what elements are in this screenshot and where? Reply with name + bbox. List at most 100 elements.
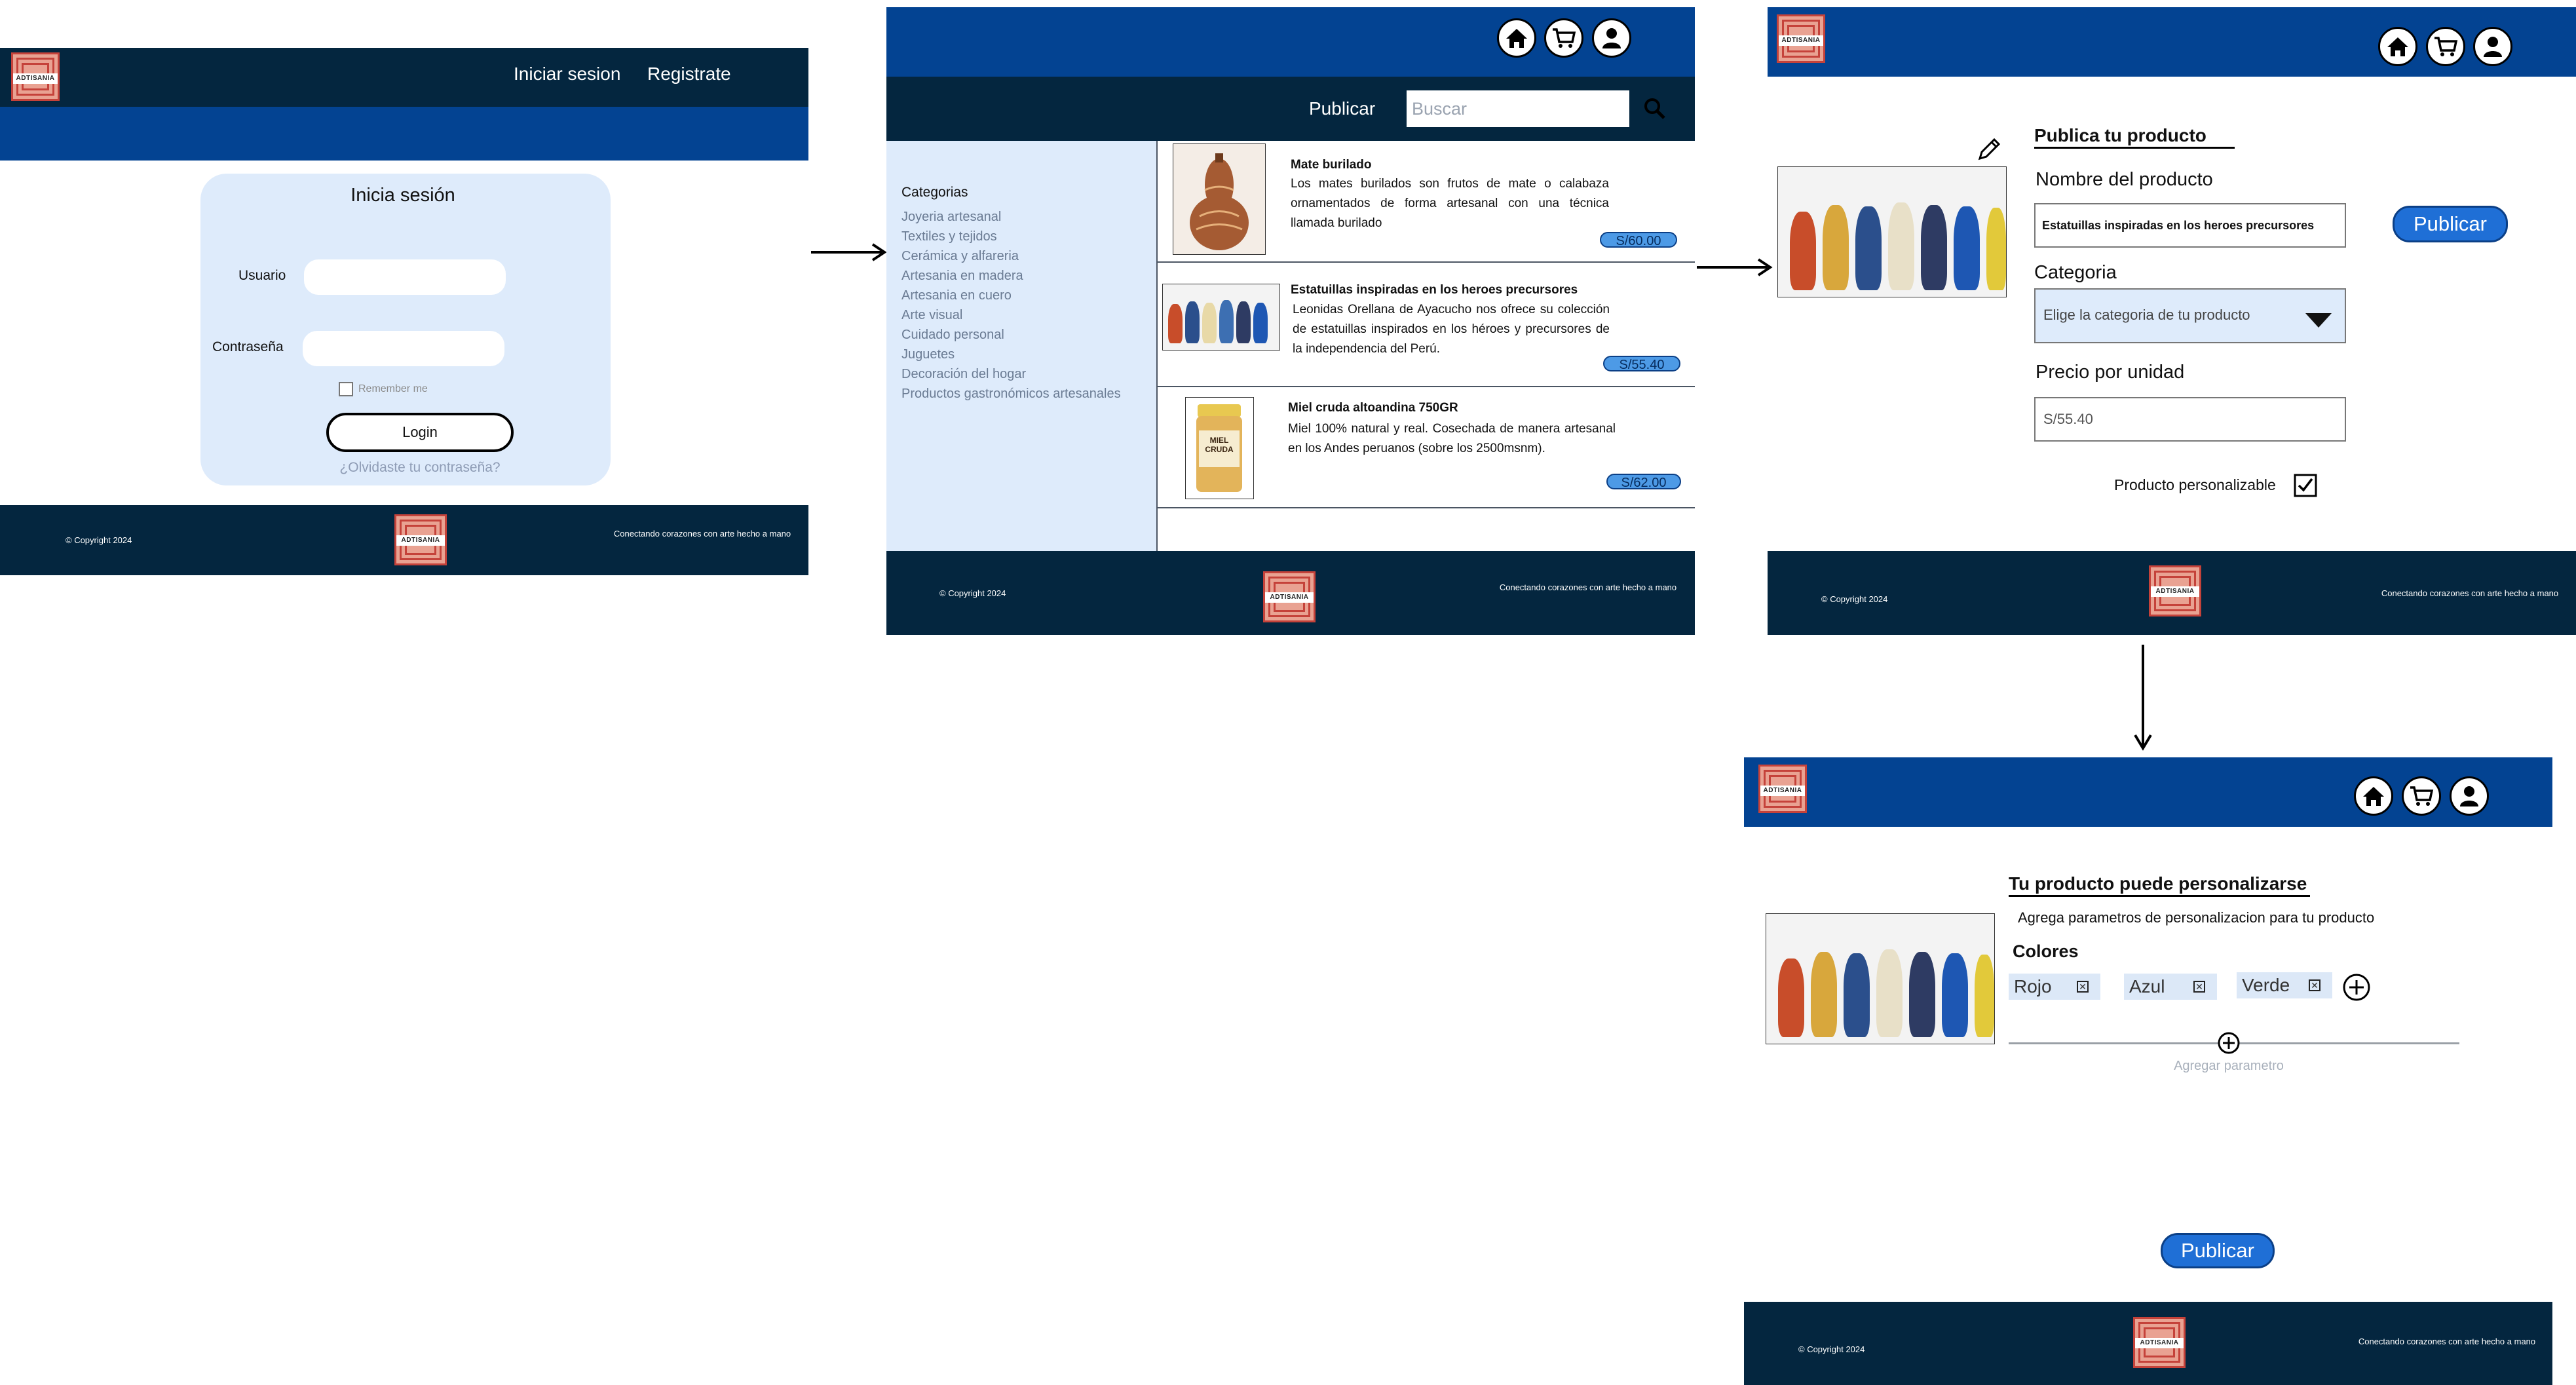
name-label: Nombre del producto (2036, 169, 2213, 190)
footer-logo-text: ADTISANIA (1265, 592, 1314, 603)
option-chip[interactable]: Rojo ✕ (2009, 974, 2100, 1000)
product-title[interactable]: Estatuillas inspiradas en los heroes pre… (1291, 283, 1578, 297)
login-button[interactable]: Login (326, 413, 514, 452)
category-item[interactable]: Artesania en cuero (901, 288, 1012, 303)
forgot-password-link[interactable]: ¿Olvidaste tu contraseña? (326, 460, 514, 476)
footer-logo: ADTISANIA (2133, 1317, 2186, 1368)
home-icon[interactable] (1497, 18, 1536, 58)
user-icon[interactable] (2450, 776, 2489, 816)
category-label: Categoria (2034, 262, 2117, 283)
pencil-icon[interactable] (1975, 135, 2003, 167)
option-label: Azul (2129, 976, 2165, 996)
nav-register-link[interactable]: Registrate (647, 64, 731, 85)
brand-logo[interactable]: ADTISANIA (1758, 765, 1807, 813)
arrow-down-icon (2133, 643, 2153, 755)
category-item[interactable]: Productos gastronómicos artesanales (901, 387, 1121, 402)
home-icon[interactable] (2378, 27, 2417, 66)
user-icon[interactable] (2473, 27, 2512, 66)
publish-button[interactable]: Publicar (2393, 206, 2508, 242)
brand-logo[interactable]: ADTISANIA (11, 52, 60, 101)
category-select-placeholder: Elige la categoria de tu producto (2043, 307, 2250, 323)
price-badge: S/62.00 (1606, 474, 1681, 490)
product-title[interactable]: Mate burilado (1291, 158, 1372, 172)
product-image-honey[interactable]: MIEL CRUDA (1185, 397, 1254, 499)
option-chip[interactable]: Azul ✕ (2124, 974, 2217, 1000)
cart-icon[interactable] (2402, 776, 2441, 816)
search-icon[interactable] (1643, 97, 1667, 124)
product-title[interactable]: Miel cruda altoandina 750GR (1288, 401, 1458, 415)
cart-icon[interactable] (1544, 18, 1583, 58)
footer-logo-text: ADTISANIA (396, 535, 445, 546)
remember-checkbox[interactable] (339, 382, 353, 396)
category-item[interactable]: Arte visual (901, 308, 962, 323)
product-divider (1158, 507, 1695, 508)
option-label: Verde (2242, 975, 2290, 995)
arrow-right-icon (810, 242, 888, 265)
footer-tagline: Conectando corazones con arte hecho a ma… (2381, 588, 2559, 598)
user-icon[interactable] (1592, 18, 1631, 58)
brand-logo[interactable]: ADTISANIA (1777, 14, 1825, 63)
customize-title: Tu producto puede personalizarse (2009, 873, 2307, 894)
category-select[interactable]: Elige la categoria de tu producto (2034, 288, 2346, 343)
remember-label: Remember me (358, 383, 428, 394)
product-name-field[interactable]: Estatuillas inspiradas en los heroes pre… (2034, 203, 2346, 248)
close-box-icon[interactable]: ✕ (2077, 981, 2089, 993)
category-item[interactable]: Joyeria artesanal (901, 210, 1001, 225)
footer-logo: ADTISANIA (2149, 565, 2201, 617)
logo-text: ADTISANIA (1760, 786, 1805, 796)
plus-circle-icon[interactable] (2342, 973, 2371, 1005)
footer-tagline: Conectando corazones con arte hecho a ma… (2358, 1337, 2536, 1346)
checkbox-icon[interactable] (2294, 474, 2317, 501)
search-input[interactable]: Buscar (1407, 90, 1629, 127)
footer-tagline: Conectando corazones con arte hecho a ma… (613, 529, 791, 539)
publish-button[interactable]: Publicar (2161, 1233, 2275, 1268)
copyright-text: © Copyright 2024 (1798, 1344, 1865, 1354)
cart-icon[interactable] (2426, 27, 2465, 66)
option-chip[interactable]: Verde ✕ (2237, 972, 2332, 998)
publish-link[interactable]: Publicar (1309, 98, 1375, 119)
product-description: Leonidas Orellana de Ayacucho nos ofrece… (1293, 303, 1610, 356)
footer-logo: ADTISANIA (1263, 571, 1316, 622)
footer-logo: ADTISANIA (394, 514, 447, 565)
category-item[interactable]: Cerámica y alfareria (901, 249, 1019, 264)
login-card-title: Inicia sesión (350, 185, 455, 206)
category-item[interactable]: Artesania en madera (901, 269, 1023, 284)
add-parameter-link[interactable]: Agregar parametro (2162, 1059, 2296, 1074)
plus-circle-icon[interactable] (2217, 1031, 2241, 1058)
copyright-text: © Copyright 2024 (1821, 594, 1888, 604)
password-label: Contraseña (212, 339, 284, 354)
footer-logo-text: ADTISANIA (2151, 586, 2199, 597)
nav-login-link[interactable]: Iniciar sesion (514, 64, 620, 85)
category-sidebar (886, 141, 1158, 551)
category-item[interactable]: Decoración del hogar (901, 367, 1026, 382)
footer-logo-text: ADTISANIA (2135, 1338, 2184, 1348)
product-description: Miel 100% natural y real. Cosechada de m… (1288, 422, 1616, 455)
product-preview-image[interactable] (1777, 166, 2007, 297)
product-divider (1158, 386, 1695, 387)
customize-subtitle: Agrega parametros de personalizacion par… (2018, 909, 2375, 926)
category-item[interactable]: Textiles y tejidos (901, 229, 997, 244)
param-name: Colores (2013, 941, 2079, 961)
close-box-icon[interactable]: ✕ (2193, 981, 2205, 993)
price-label: Precio por unidad (2036, 362, 2185, 383)
price-badge: S/60.00 (1600, 232, 1677, 248)
price-badge: S/55.40 (1603, 356, 1680, 372)
password-field[interactable] (303, 331, 504, 366)
product-image-mate[interactable] (1173, 143, 1266, 255)
home-icon[interactable] (2354, 776, 2393, 816)
footer-tagline: Conectando corazones con arte hecho a ma… (1499, 582, 1677, 592)
product-preview-image (1766, 913, 1995, 1044)
price-field[interactable]: S/55.40 (2034, 397, 2346, 442)
publish-title-underline (2034, 147, 2235, 149)
category-item[interactable]: Cuidado personal (901, 328, 1004, 343)
close-box-icon[interactable]: ✕ (2309, 979, 2320, 991)
logo-text: ADTISANIA (13, 73, 58, 84)
category-item[interactable]: Juguetes (901, 347, 955, 362)
product-image-statuettes[interactable] (1162, 284, 1280, 351)
customizable-label: Producto personalizable (2114, 476, 2276, 493)
arrow-right-icon (1695, 257, 1774, 280)
copyright-text: © Copyright 2024 (66, 535, 132, 545)
username-field[interactable] (304, 259, 506, 295)
categories-title: Categorias (901, 185, 968, 200)
product-divider (1158, 261, 1695, 263)
